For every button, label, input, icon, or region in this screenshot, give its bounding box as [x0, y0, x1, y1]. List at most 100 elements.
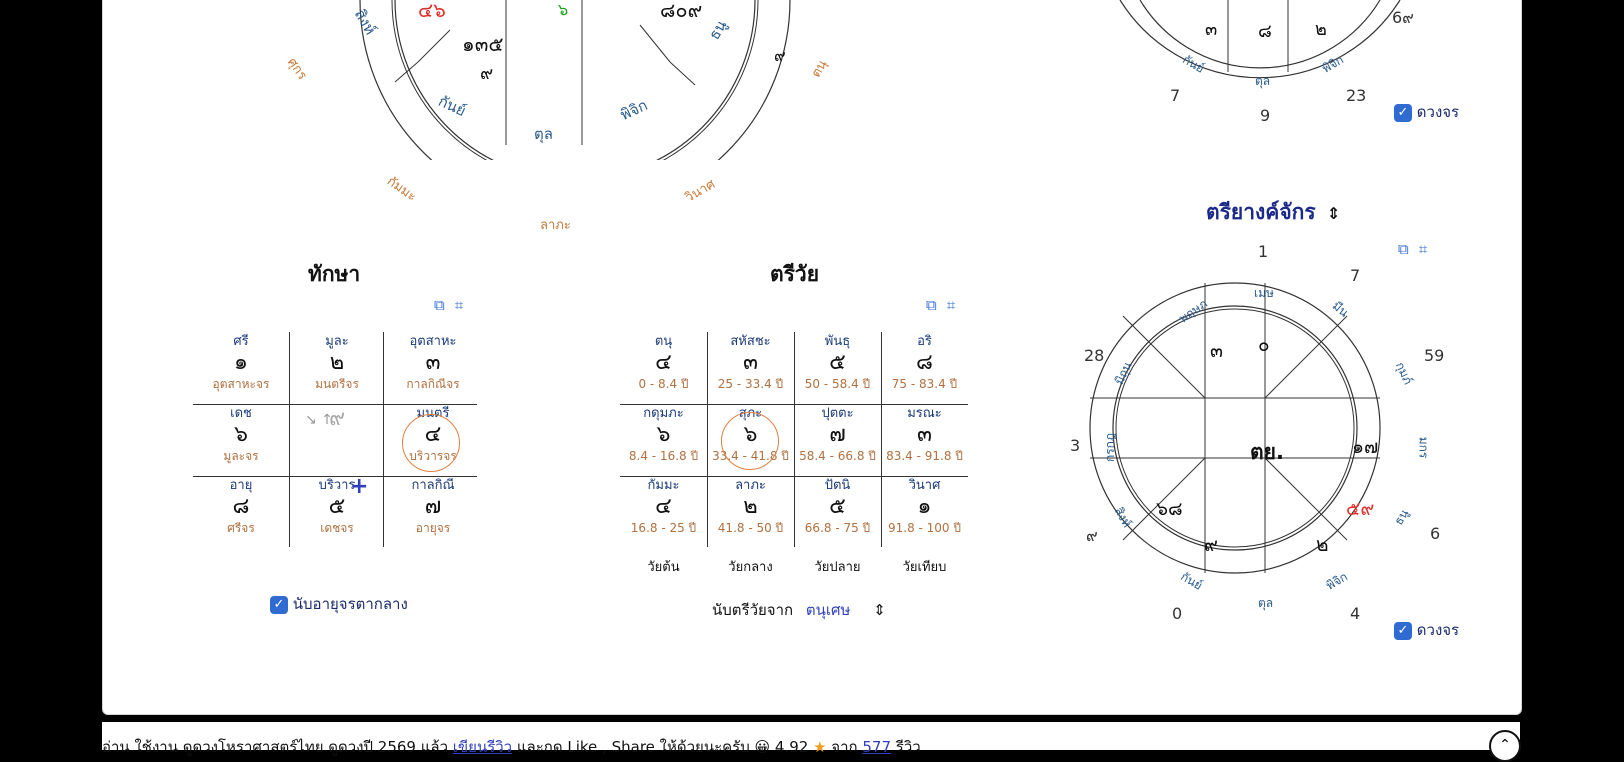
triwai-cell-top: มรณะ [907, 406, 942, 421]
triwai-count-label: นับตรีวัยจาก [712, 601, 794, 619]
triwai-cell: มรณะ๓ 83.4 - 91.8 ปี [881, 406, 968, 464]
triwai-cell-mid: ๖ [656, 422, 671, 447]
taksa-cell-top: อุตสาหะ [409, 334, 457, 349]
taksa-cell-mid: ๙ [328, 406, 346, 431]
triyang-checkbox[interactable]: ✓ ดวงจร [1394, 618, 1459, 642]
camera-icon[interactable]: ⌗ [455, 296, 463, 314]
taksa-cell-mid: ๘ [232, 494, 250, 519]
tr-outer-7: 7 [1170, 86, 1181, 105]
triwai-cell-bot: 16.8 - 25 ปี [630, 521, 697, 535]
triyang-title-row[interactable]: ตรียางค์จักร ⇕ [1206, 196, 1340, 229]
triwai-cell-mid: ๓ [916, 422, 933, 447]
tri-sign-tul: ตุล [1258, 596, 1274, 610]
open-external-icon[interactable]: ⧉ [1398, 240, 1409, 258]
taksa-cell-top: บริวาร [318, 478, 356, 493]
footer-from: จาก [826, 738, 863, 756]
triwai-cell-mid: ๗ [829, 422, 846, 447]
camera-icon[interactable]: ⌗ [947, 296, 955, 314]
review-link[interactable]: เขียนรีวิว [453, 738, 512, 756]
taksa-cell-bot: ศรีจร [227, 521, 255, 535]
tri-outer-4: 4 [1350, 604, 1361, 623]
taksa-cell: เดช๖มูละจร [193, 406, 289, 464]
triwai-cell-mid: ๓ [742, 350, 759, 375]
triwai-cell-mid: ๔ [655, 494, 672, 519]
taksa-cell: กาลกิณี๗อายุจร [385, 478, 481, 536]
taksa-cell-bot: อุตสาหะจร [212, 377, 270, 391]
triyang-checkbox-label: ดวงจร [1416, 621, 1460, 639]
top-cell-5: ๙ [480, 63, 494, 84]
triwai-cell: กดุมภะ๖ 8.4 - 16.8 ปี [620, 406, 707, 464]
taksa-cell-mid: ๖ [234, 422, 248, 447]
taksa-cell: อุตสาหะ๓กาลกิณีจร [385, 334, 481, 392]
triwai-cell-top: พันธุ [824, 334, 851, 349]
taksa-cell-top: มูละ [325, 334, 349, 349]
triwai-cell-bot: 66.8 - 75 ปี [804, 521, 871, 535]
footer-middle: และกด Like , Share ให้ด้วยนะครับ 😀 4.92 [512, 738, 814, 756]
triwai-cell-mid: ๔ [655, 350, 672, 375]
tr-outer-69: 6๙ [1392, 8, 1414, 27]
triwai-cell: ปุตตะ๗ 58.4 - 66.8 ปี [794, 406, 881, 464]
triyang-wheel [1089, 282, 1381, 574]
triwai-cell: ลาภะ๒ 41.8 - 50 ปี [707, 478, 794, 536]
tri-cell-5: ๒ [1316, 534, 1329, 556]
triwai-cell-mid: ๘ [916, 350, 933, 375]
top-cell-1: ๔๖ [418, 0, 446, 22]
tri-outer-6: 6 [1430, 524, 1441, 543]
triwai-cell-mid: ๕ [829, 350, 846, 375]
triwai-cell: ปัตนิ๕ 66.8 - 75 ปี [794, 478, 881, 536]
triwai-cell: พันธุ๕ 50 - 58.4 ปี [794, 334, 881, 392]
triwai-cell-bot: 50 - 58.4 ปี [804, 377, 871, 391]
tri-cell-7: ๖๘ [1156, 498, 1183, 520]
triwai-cell-top: กัมมะ [647, 478, 680, 493]
footer-suffix: รีวิว [891, 738, 921, 756]
footer-text: อ่าน ใช้งาน ดูดวงโหราศาสตร์ไทย ดูดวงปี 2… [102, 735, 921, 759]
triwai-cell: สหัสชะ๓ 25 - 33.4 ปี [707, 334, 794, 392]
checkbox-icon: ✓ [1394, 621, 1412, 640]
triwai-age-label: วัยกลาง [728, 560, 773, 575]
triyang-center: ตย. [1250, 440, 1284, 464]
triwai-cell: อริ๘ 75 - 83.4 ปี [881, 334, 968, 392]
chevron-up-icon: ⌃ [1499, 737, 1511, 753]
triwai-cell-top: ตนุ [654, 334, 673, 349]
star-icon: ★ [813, 738, 827, 756]
triwai-cell-bot: 8.4 - 16.8 ปี [628, 449, 699, 463]
taksa-cell: ๙ [289, 406, 385, 432]
tr-outer-9: 9 [1260, 106, 1271, 125]
triwai-cell: กัมมะ๔ 16.8 - 25 ปี [620, 478, 707, 536]
triwai-count-select[interactable]: ตนุเศษ [806, 601, 851, 619]
tri-cell-4: ๕๙ [1346, 498, 1375, 520]
scroll-top-button[interactable]: ⌃ [1489, 730, 1521, 762]
tr-cell-3: ๒ [1315, 19, 1327, 40]
triwai-cell-bot: 41.8 - 50 ปี [717, 521, 784, 535]
camera-icon[interactable]: ⌗ [1419, 240, 1427, 258]
triwai-cell-top: อริ [917, 334, 932, 349]
triwai-age-label: วัยต้น [647, 560, 680, 575]
triwai-tools: ⧉ ⌗ [926, 296, 955, 314]
taksa-cell-bot: มนตรีจร [315, 377, 359, 391]
open-external-icon[interactable]: ⧉ [434, 296, 445, 314]
tr-cell-2: ๘ [1258, 21, 1272, 42]
taksa-checkbox[interactable]: ✓ นับอายุจรตากลาง [270, 592, 408, 616]
taksa-cell-top: กาลกิณี [411, 478, 455, 493]
tr-outer-23: 23 [1346, 86, 1367, 105]
taksa-cell: ศรี๑อุตสาหะจร [193, 334, 289, 392]
triwai-highlight-circle [721, 412, 779, 470]
tr-sign-2: ตุล [1255, 74, 1271, 88]
top-chart [359, 0, 791, 160]
review-count-link[interactable]: 577 [862, 738, 891, 756]
triwai-cell-mid: ๕ [829, 494, 846, 519]
taksa-cell-bot: อายุจร [415, 521, 451, 535]
triwai-age-label: วัยเทียบ [902, 560, 947, 575]
tri-outer-7: 7 [1350, 266, 1361, 285]
triwai-cell-bot: 58.4 - 66.8 ปี [799, 449, 876, 463]
chevron-updown-icon: ⇕ [1326, 204, 1341, 223]
taksa-title: ทักษา [308, 262, 361, 286]
open-external-icon[interactable]: ⧉ [926, 296, 937, 314]
tri-outer-0: 0 [1172, 604, 1183, 623]
tr-checkbox[interactable]: ✓ ดวงจร [1394, 100, 1459, 124]
triwai-title: ตรีวัย [770, 262, 820, 286]
chevron-updown-icon[interactable]: ⇕ [873, 601, 886, 619]
triwai-cell-mid: ๑ [917, 494, 932, 519]
top-outer-lapha: ลาภะ [540, 218, 571, 233]
triwai-age-label: วัยปลาย [814, 560, 861, 575]
